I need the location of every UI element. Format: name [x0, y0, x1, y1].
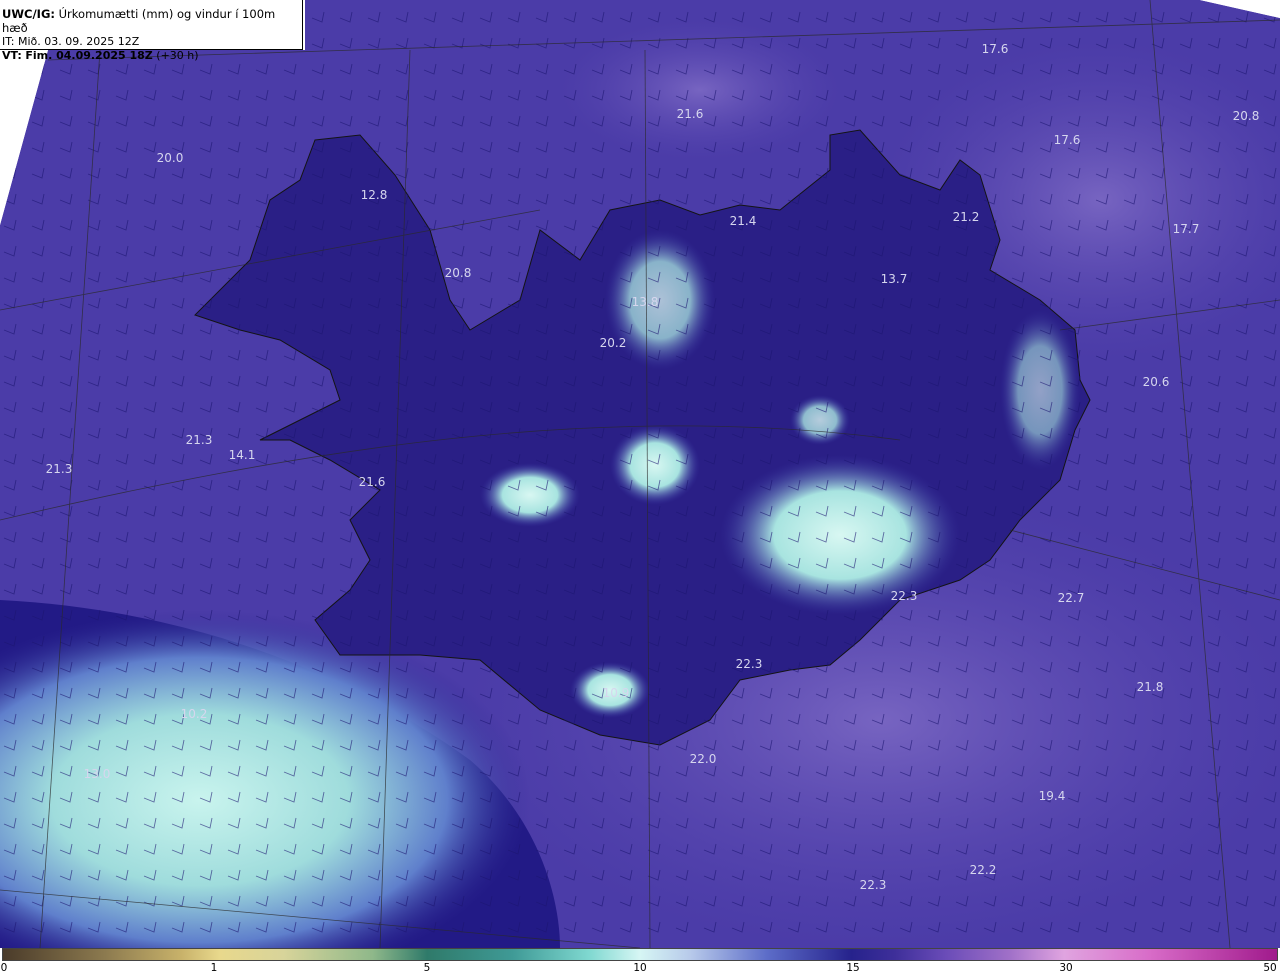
value-label: 21.8	[1136, 680, 1164, 694]
value-label: 21.4	[729, 214, 757, 228]
product-name: UWC/IG:	[2, 7, 55, 21]
wind-barbs	[0, 0, 1280, 948]
colorbar-tick: 30	[1059, 962, 1073, 974]
value-label: 19.4	[1038, 789, 1066, 803]
value-label: 10.9	[602, 686, 630, 700]
value-label: 22.3	[890, 589, 918, 603]
colorbar: 0 1 5 10 15 30 50	[0, 948, 1280, 978]
colorbar-tick: 10	[633, 962, 647, 974]
value-label: 21.3	[185, 433, 213, 447]
valid-time-line: VT: Fim. 04.09.2025 18Z (+30 h)	[2, 49, 302, 63]
lead-time: (+30 h)	[156, 49, 199, 62]
value-label: 22.3	[735, 657, 763, 671]
value-label: 22.7	[1057, 591, 1085, 605]
colorbar-tick: 15	[846, 962, 860, 974]
value-label: 21.6	[358, 475, 386, 489]
valid-time: Fim. 04.09.2025 18Z	[25, 49, 153, 62]
value-label: 22.2	[969, 863, 997, 877]
value-label: 21.6	[676, 107, 704, 121]
value-label: 12.8	[360, 188, 388, 202]
value-label: 22.0	[689, 752, 717, 766]
value-label: 17.7	[1172, 222, 1200, 236]
value-label: 17.6	[1053, 133, 1081, 147]
value-label: 14.1	[228, 448, 256, 462]
colorbar-tick: 50	[1263, 962, 1277, 974]
weather-map: UWC/IG: Úrkomumætti (mm) og vindur í 100…	[0, 0, 1280, 978]
value-label: 20.2	[599, 336, 627, 350]
value-label: 21.3	[45, 462, 73, 476]
colorbar-gradient	[2, 948, 1278, 961]
forecast-map-canvas	[0, 0, 1280, 948]
title-line: UWC/IG: Úrkomumætti (mm) og vindur í 100…	[2, 7, 302, 35]
value-label: 13.8	[631, 295, 659, 309]
value-label: 20.0	[156, 151, 184, 165]
colorbar-tick: 1	[210, 962, 218, 974]
value-label: 20.8	[1232, 109, 1260, 123]
value-label: 20.8	[444, 266, 472, 280]
init-time: IT: Mið. 03. 09. 2025 12Z	[2, 35, 140, 48]
value-label: 13.0	[83, 767, 111, 781]
valid-prefix: VT:	[2, 49, 22, 62]
value-label: 13.7	[880, 272, 908, 286]
map-title-box: UWC/IG: Úrkomumætti (mm) og vindur í 100…	[0, 0, 303, 62]
value-label: 10.2	[180, 707, 208, 721]
value-label: 17.6	[981, 42, 1009, 56]
colorbar-tick: 0	[0, 962, 8, 974]
value-label: 20.6	[1142, 375, 1170, 389]
colorbar-tick: 5	[423, 962, 431, 974]
value-label: 22.3	[859, 878, 887, 892]
value-label: 21.2	[952, 210, 980, 224]
